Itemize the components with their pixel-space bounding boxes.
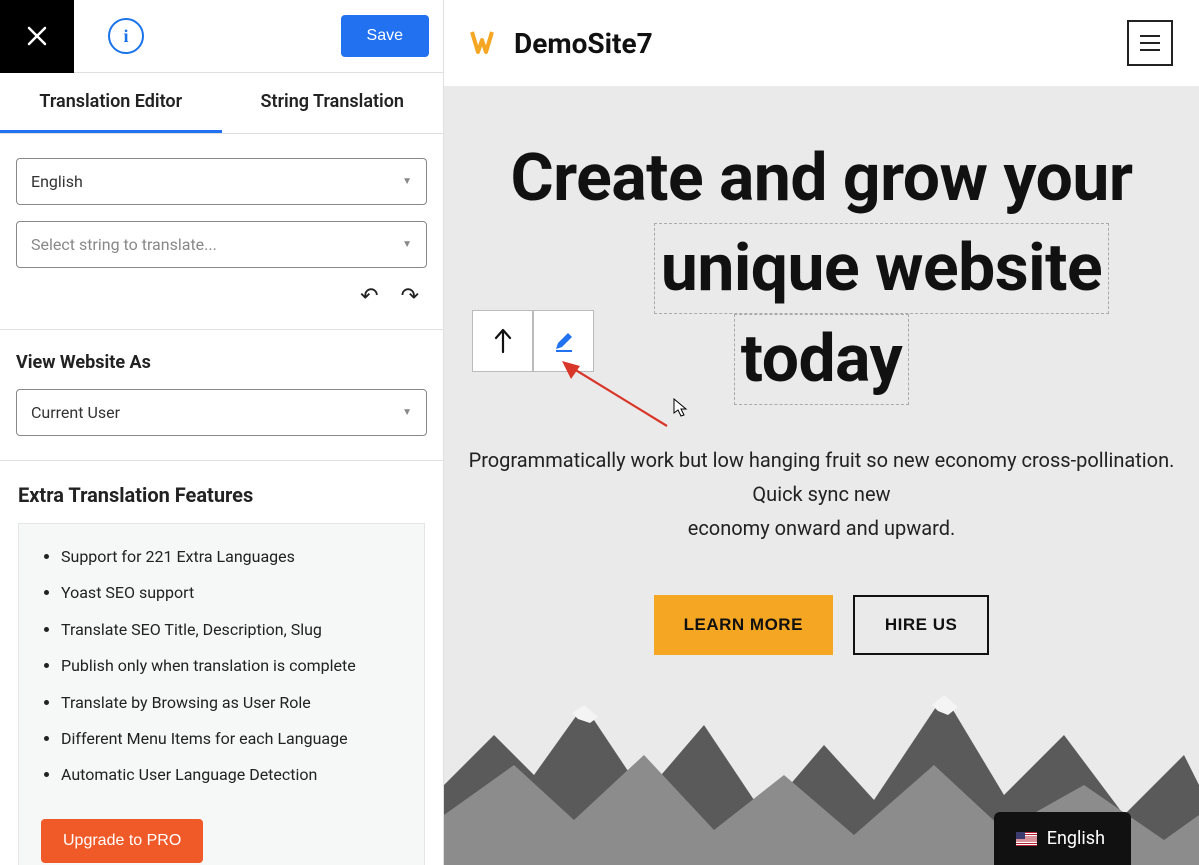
chevron-down-icon: ▼ <box>402 407 412 418</box>
language-switcher[interactable]: English <box>994 812 1131 865</box>
string-select-placeholder: Select string to translate... <box>31 235 217 254</box>
hero-sub-line1[interactable]: Programmatically work but low hanging fr… <box>469 448 1175 506</box>
hero-title-seg2[interactable]: unique website <box>654 223 1109 314</box>
pencil-icon <box>552 329 576 353</box>
list-item: Publish only when translation is complet… <box>61 655 402 677</box>
hero-subtitle: Programmatically work but low hanging fr… <box>444 443 1199 545</box>
edit-button[interactable] <box>533 310 594 372</box>
tab-translation-editor[interactable]: Translation Editor <box>0 73 222 133</box>
preview-header: DemoSite7 <box>444 0 1199 86</box>
extra-features-box: Support for 221 Extra Languages Yoast SE… <box>18 523 425 865</box>
controls-section: English ▼ Select string to translate... … <box>0 134 443 330</box>
chevron-down-icon: ▼ <box>402 176 412 187</box>
hamburger-icon <box>1140 35 1160 51</box>
list-item: Translate SEO Title, Description, Slug <box>61 619 402 641</box>
sidebar: i Save Translation Editor String Transla… <box>0 0 444 865</box>
view-as-value: Current User <box>31 403 120 422</box>
tab-string-translation[interactable]: String Translation <box>222 73 444 133</box>
hero-section: Create and grow your unique website toda… <box>444 86 1199 865</box>
hero-title-seg1[interactable]: Create and grow your <box>510 134 1132 223</box>
tabs: Translation Editor String Translation <box>0 73 443 134</box>
extra-features-section: Extra Translation Features Support for 2… <box>0 461 443 865</box>
flag-us-icon <box>1016 832 1037 846</box>
site-logo-icon <box>470 28 500 58</box>
site-title: DemoSite7 <box>514 27 653 60</box>
list-item: Support for 221 Extra Languages <box>61 546 402 568</box>
info-icon[interactable]: i <box>108 18 144 54</box>
arrow-up-icon <box>493 328 513 354</box>
preview-pane: DemoSite7 Create and grow your unique we… <box>444 0 1199 865</box>
language-select[interactable]: English ▼ <box>16 158 427 205</box>
redo-button[interactable]: ↷ <box>401 284 419 309</box>
view-as-select[interactable]: Current User ▼ <box>16 389 427 436</box>
save-button[interactable]: Save <box>341 15 429 57</box>
close-icon <box>26 25 48 47</box>
hero-sub-line2[interactable]: economy onward and upward. <box>688 516 956 540</box>
list-item: Translate by Browsing as User Role <box>61 692 402 714</box>
extra-features-heading: Extra Translation Features <box>18 483 425 507</box>
list-item: Different Menu Items for each Language <box>61 728 402 750</box>
menu-button[interactable] <box>1127 20 1173 66</box>
close-button[interactable] <box>0 0 74 73</box>
list-item: Yoast SEO support <box>61 582 402 604</box>
selection-toolbar <box>472 310 594 372</box>
language-switcher-label: English <box>1047 828 1105 849</box>
extra-features-list: Support for 221 Extra Languages Yoast SE… <box>41 546 402 787</box>
language-select-value: English <box>31 172 83 191</box>
undo-redo-group: ↶ ↷ <box>16 284 427 309</box>
chevron-down-icon: ▼ <box>402 239 412 250</box>
view-as-heading: View Website As <box>16 352 427 373</box>
undo-button[interactable]: ↶ <box>360 284 378 309</box>
merge-up-button[interactable] <box>472 310 533 372</box>
list-item: Automatic User Language Detection <box>61 764 402 786</box>
sidebar-topbar: i Save <box>0 0 443 73</box>
string-select[interactable]: Select string to translate... ▼ <box>16 221 427 268</box>
upgrade-button[interactable]: Upgrade to PRO <box>41 819 203 863</box>
hero-title-seg3[interactable]: today <box>734 314 909 405</box>
view-as-section: View Website As Current User ▼ <box>0 330 443 461</box>
